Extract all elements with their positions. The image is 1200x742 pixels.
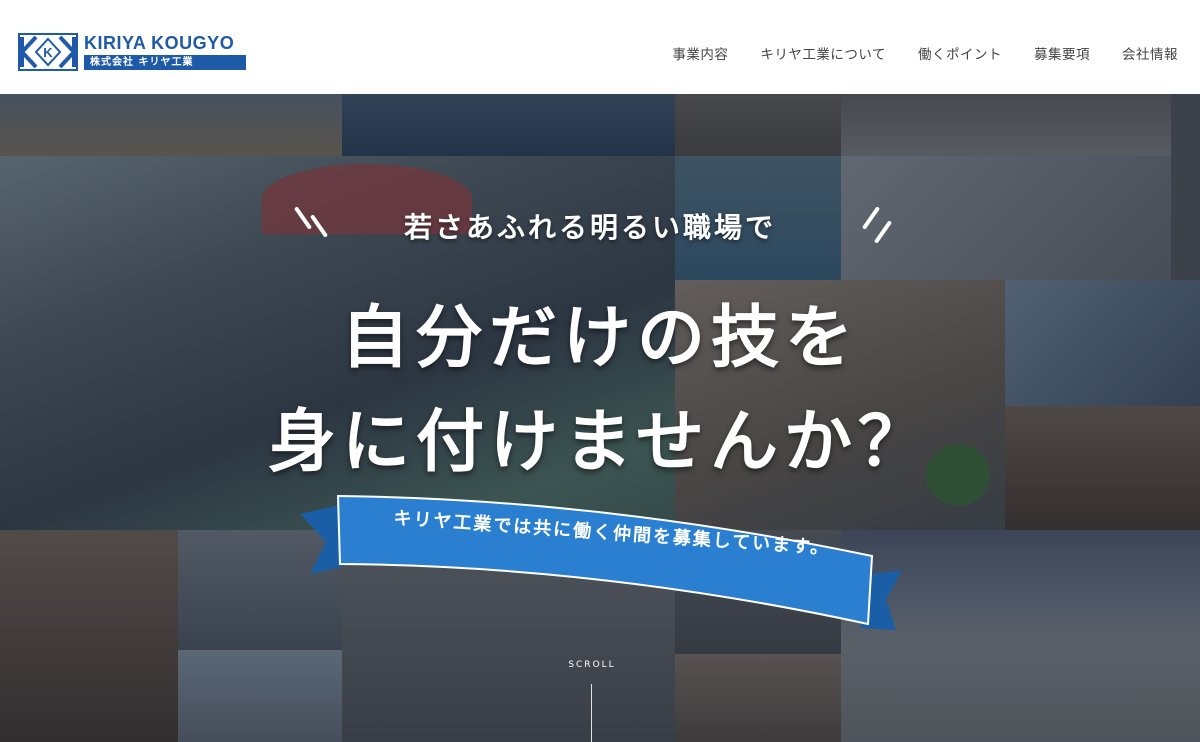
hero-section: 若さあふれる明るい職場で 自分だけの技を 身に付けませんか？ キリヤ工業では共に… — [0, 94, 1200, 742]
logo-company-name-en: KIRIYA KOUGYO — [84, 33, 235, 53]
svg-text:K: K — [43, 45, 53, 60]
nav-item-about[interactable]: キリヤ工業について — [760, 43, 886, 63]
logo-mark-icon: K — [18, 33, 78, 71]
main-nav: 事業内容 キリヤ工業について 働くポイント 募集要項 会社情報 — [672, 43, 1178, 63]
site-header: K KIRIYA KOUGYO 株式会社 キリヤ工業 事業内容 キリヤ工業につい… — [0, 0, 1200, 94]
nav-item-work-points[interactable]: 働くポイント — [918, 43, 1002, 63]
company-logo[interactable]: K KIRIYA KOUGYO 株式会社 キリヤ工業 — [18, 32, 254, 72]
logo-company-name-ja: 株式会社 キリヤ工業 — [84, 55, 246, 70]
recruit-ribbon — [300, 494, 902, 630]
nav-item-recruitment[interactable]: 募集要項 — [1034, 43, 1090, 63]
scroll-indicator-label[interactable]: SCROLL — [562, 660, 622, 670]
nav-item-business[interactable]: 事業内容 — [672, 43, 728, 63]
scroll-indicator-line — [591, 684, 592, 742]
nav-item-company-info[interactable]: 会社情報 — [1122, 43, 1178, 63]
